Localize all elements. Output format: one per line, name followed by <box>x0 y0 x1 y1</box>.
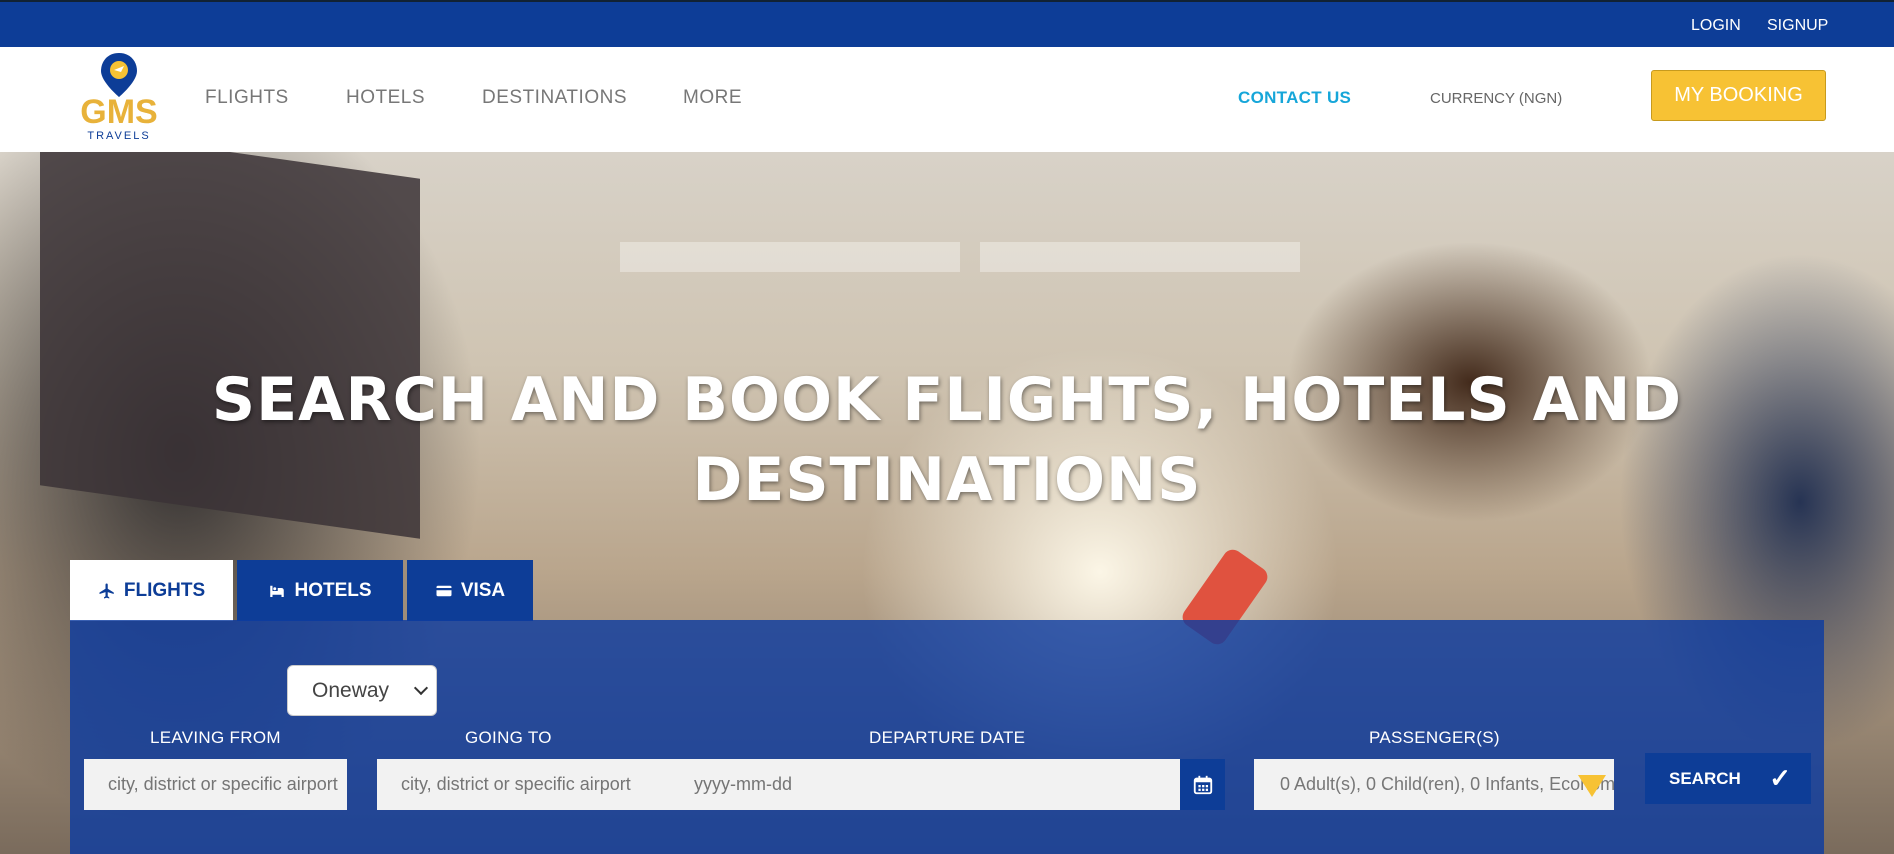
cabin-vent <box>980 242 1300 272</box>
main-header: GMS TRAVELS FLIGHTS HOTELS DESTINATIONS … <box>0 47 1894 152</box>
tab-hotels-label: HOTELS <box>294 579 372 601</box>
hero-title: SEARCH AND BOOK FLIGHTS, HOTELS AND DEST… <box>211 365 1683 515</box>
tab-flights-label: FLIGHTS <box>123 579 206 601</box>
nav-flights[interactable]: FLIGHTS <box>205 87 289 109</box>
flight-search-panel: Oneway LEAVING FROM GOING TO DEPARTURE D… <box>70 620 1824 854</box>
chevron-down-icon <box>413 680 429 696</box>
going-to-label: GOING TO <box>465 728 552 747</box>
contact-us-link[interactable]: CONTACT US <box>1238 88 1351 108</box>
tab-visa[interactable]: VISA <box>407 560 533 621</box>
nav-hotels[interactable]: HOTELS <box>346 87 425 109</box>
top-bar: LOGIN SIGNUP <box>0 0 1894 47</box>
passengers-selector[interactable]: 0 Adult(s), 0 Child(ren), 0 Infants, Eco… <box>1254 759 1614 810</box>
svg-text:TRAVELS: TRAVELS <box>87 130 150 142</box>
passengers-label: PASSENGER(S) <box>1369 728 1500 747</box>
going-to-input[interactable] <box>377 759 673 810</box>
trip-type-select[interactable]: Oneway <box>287 665 437 716</box>
hero-banner: SEARCH AND BOOK FLIGHTS, HOTELS AND DEST… <box>0 152 1894 854</box>
passengers-value: 0 Adult(s), 0 Child(ren), 0 Infants, Eco… <box>1280 774 1614 794</box>
signup-link[interactable]: SIGNUP <box>1767 17 1828 35</box>
currency-selector[interactable]: CURRENCY (NGN) <box>1430 90 1562 107</box>
plane-icon <box>99 583 114 598</box>
nav-destinations[interactable]: DESTINATIONS <box>482 87 627 109</box>
nav-more[interactable]: MORE <box>683 87 742 109</box>
my-booking-button[interactable]: MY BOOKING <box>1651 70 1826 121</box>
tab-visa-label: VISA <box>460 579 506 601</box>
caret-down-icon[interactable] <box>1578 775 1606 797</box>
hotel-icon <box>270 585 285 597</box>
gms-travels-logo[interactable]: GMS TRAVELS <box>74 51 164 145</box>
cabin-vent <box>620 242 960 272</box>
tab-flights[interactable]: FLIGHTS <box>70 560 233 621</box>
visa-card-icon <box>436 585 452 596</box>
tab-hotels[interactable]: HOTELS <box>237 560 403 621</box>
svg-text:GMS: GMS <box>80 93 157 131</box>
check-icon: ✓ <box>1769 763 1791 793</box>
calendar-button[interactable] <box>1180 759 1225 810</box>
search-button[interactable]: SEARCH ✓ <box>1645 753 1811 804</box>
leaving-from-input[interactable] <box>84 759 347 810</box>
calendar-icon <box>1193 775 1212 794</box>
search-button-label: SEARCH <box>1669 768 1741 788</box>
departure-date-label: DEPARTURE DATE <box>869 728 1026 747</box>
trip-type-value: Oneway <box>312 678 390 702</box>
login-link[interactable]: LOGIN <box>1691 17 1741 35</box>
departure-date-input[interactable] <box>670 759 1180 810</box>
leaving-from-label: LEAVING FROM <box>150 728 281 747</box>
